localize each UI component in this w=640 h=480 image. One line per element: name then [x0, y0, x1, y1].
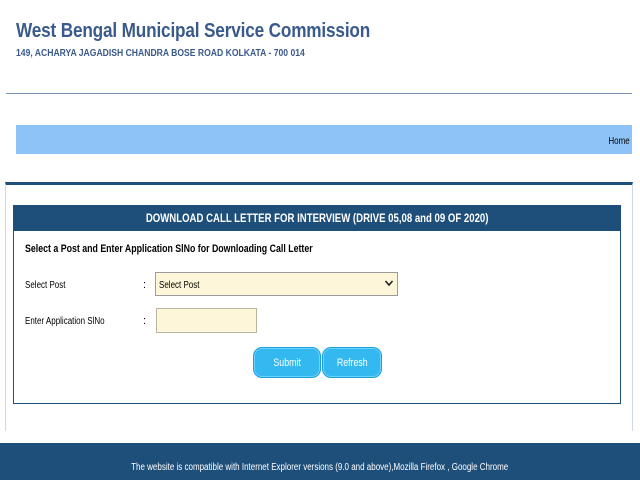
- select-post-label: Select Post: [25, 280, 66, 291]
- form-instruction: Select a Post and Enter Application SlNo…: [25, 243, 313, 255]
- select-post-colon: :: [143, 279, 147, 291]
- header-divider: [6, 93, 632, 94]
- chevron-down-icon: [384, 280, 394, 287]
- site-address: 149, ACHARYA JAGADISH CHANDRA BOSE ROAD …: [16, 48, 305, 59]
- application-number-input[interactable]: [156, 308, 257, 333]
- card-heading-text: DOWNLOAD CALL LETTER FOR INTERVIEW (DRIV…: [145, 211, 489, 225]
- card-heading: DOWNLOAD CALL LETTER FOR INTERVIEW (DRIV…: [13, 205, 621, 231]
- select-post-value: Select Post: [159, 280, 200, 291]
- refresh-button-label: Refresh: [336, 356, 368, 369]
- site-footer: The website is compatible with Internet …: [0, 443, 640, 480]
- application-number-label: Enter Application SlNo: [25, 316, 105, 327]
- nav-home-link[interactable]: Home: [609, 136, 630, 147]
- browser-compatibility-note: The website is compatible with Internet …: [131, 462, 509, 473]
- submit-button-label: Submit: [273, 356, 301, 369]
- application-number-colon: :: [143, 315, 147, 327]
- site-title: West Bengal Municipal Service Commission: [16, 20, 371, 42]
- submit-button[interactable]: Submit: [253, 347, 321, 378]
- navigation-bar: Home: [16, 125, 632, 154]
- select-post-dropdown[interactable]: Select Post: [155, 272, 398, 296]
- refresh-button[interactable]: Refresh: [322, 347, 382, 378]
